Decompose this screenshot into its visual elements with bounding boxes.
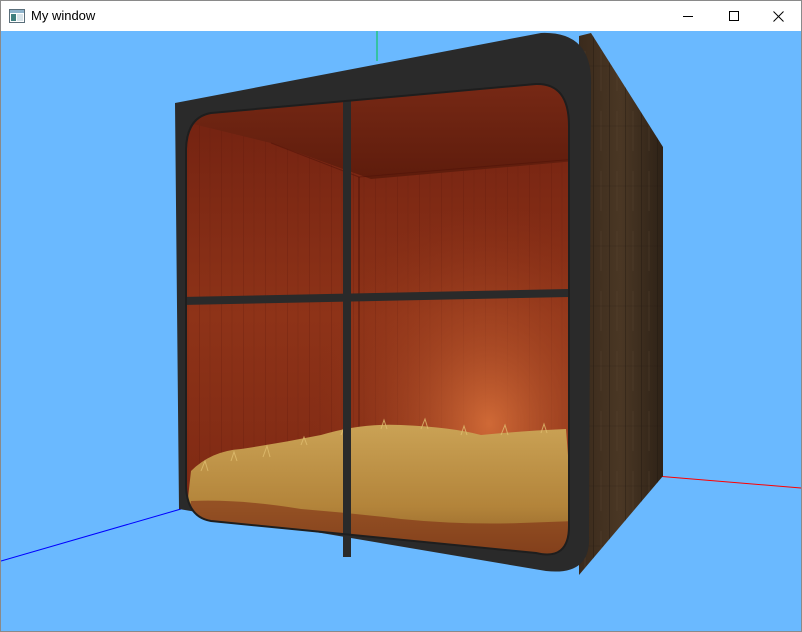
close-icon bbox=[772, 10, 784, 22]
maximize-icon bbox=[729, 11, 739, 21]
maximize-button[interactable] bbox=[711, 1, 757, 31]
app-window-icon bbox=[9, 9, 25, 23]
window-title: My window bbox=[31, 8, 96, 23]
window-mullion-vertical bbox=[343, 79, 351, 557]
title-bar[interactable]: My window bbox=[1, 1, 801, 31]
close-button[interactable] bbox=[755, 1, 801, 31]
3d-viewport[interactable] bbox=[1, 31, 801, 631]
minimize-button[interactable] bbox=[665, 1, 711, 31]
room-interior bbox=[186, 83, 569, 555]
app-window: My window bbox=[0, 0, 802, 632]
minimize-icon bbox=[683, 11, 693, 21]
